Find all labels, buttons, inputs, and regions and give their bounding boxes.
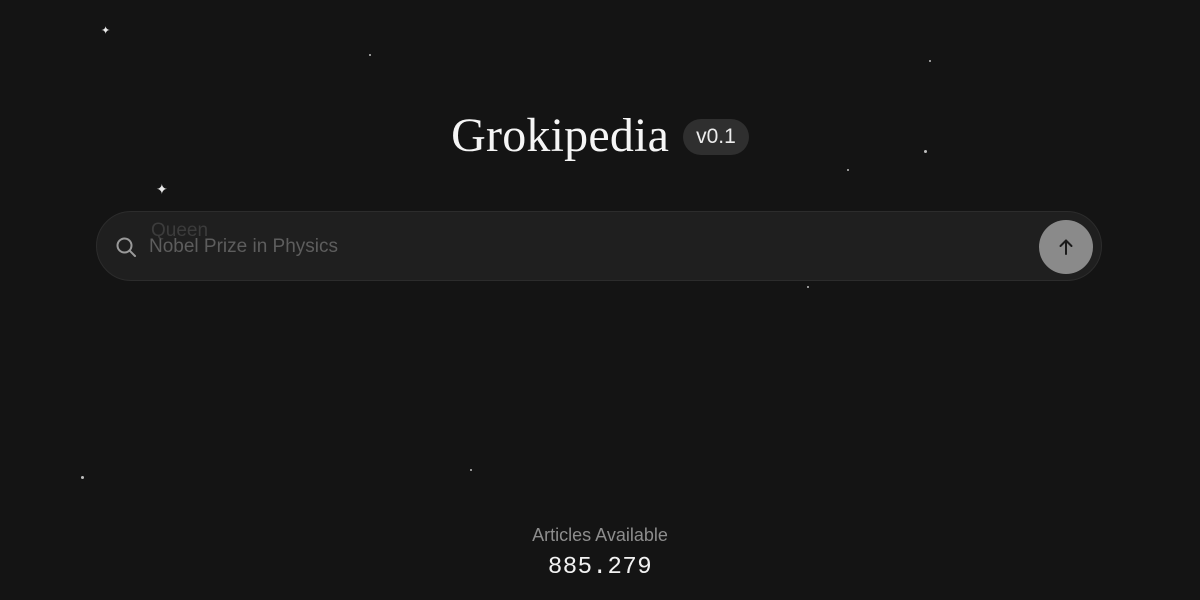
articles-stats: Articles Available 885.279: [0, 524, 1200, 582]
star-dot: [929, 60, 931, 62]
articles-count: 885.279: [547, 554, 653, 581]
star-dot: [81, 476, 84, 479]
search-input[interactable]: [149, 224, 1029, 270]
star-dot: [807, 286, 809, 288]
search-bar[interactable]: Queen: [96, 211, 1102, 281]
star-dot: [369, 54, 371, 56]
articles-available-label: Articles Available: [532, 525, 668, 545]
sparkle-star-icon: ✦: [101, 24, 111, 37]
page-header: Grokipedia v0.1: [0, 108, 1200, 164]
sparkle-star-icon: ✦: [156, 182, 168, 198]
star-dot: [470, 469, 472, 471]
page-title: Grokipedia: [451, 109, 670, 162]
search-icon: [115, 236, 137, 258]
star-dot: [847, 169, 849, 171]
submit-search-button[interactable]: [1039, 220, 1093, 274]
version-badge: v0.1: [683, 119, 749, 155]
arrow-up-icon: [1056, 237, 1076, 257]
